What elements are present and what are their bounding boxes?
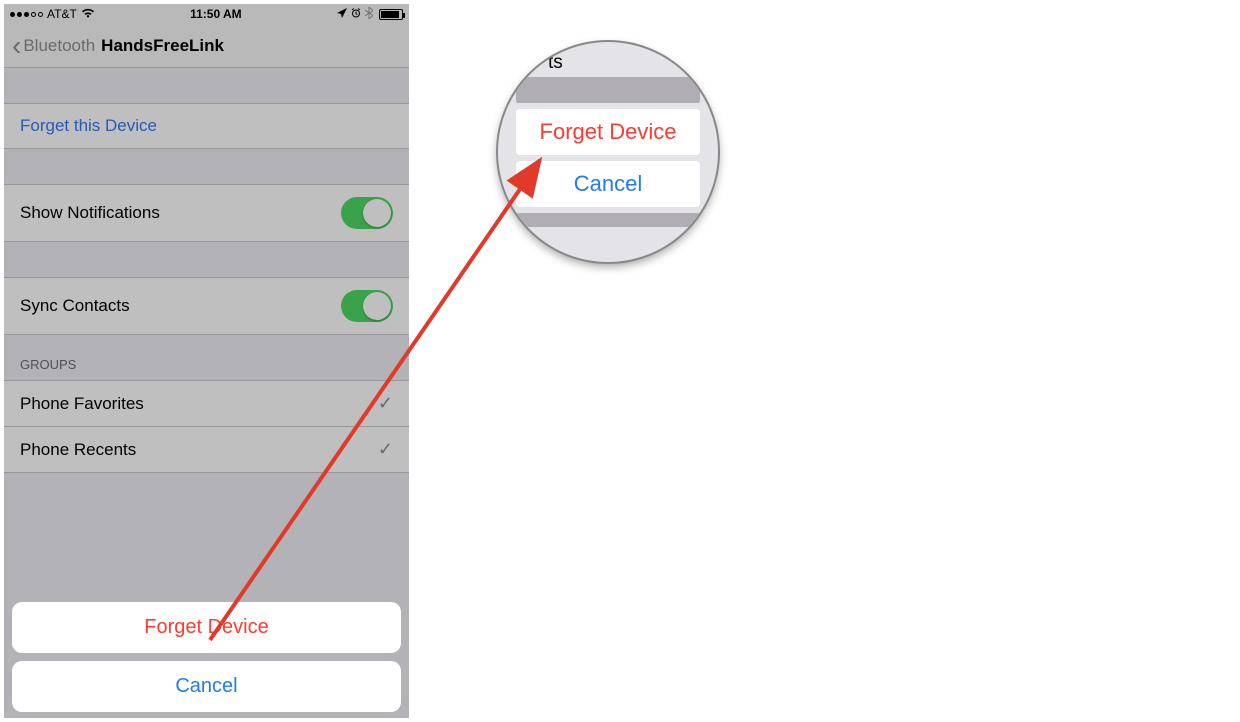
forget-this-device-cell[interactable]: Forget this Device <box>4 103 409 149</box>
signal-dots-icon <box>10 12 43 17</box>
cancel-button[interactable]: Cancel <box>12 661 401 712</box>
status-left: AT&T <box>10 7 95 21</box>
show-notifications-cell: Show Notifications <box>4 184 409 242</box>
phone-recents-cell[interactable]: Phone Recents ✓ <box>4 426 409 473</box>
back-chevron-icon[interactable]: ‹ <box>12 30 21 62</box>
action-sheet-group: Forget Device <box>12 602 401 653</box>
page-title: HandsFreeLink <box>101 36 224 56</box>
alarm-icon <box>351 7 361 21</box>
checkmark-icon: ✓ <box>378 439 393 460</box>
back-button-label[interactable]: Bluetooth <box>23 36 95 56</box>
groups-header: GROUPS <box>4 335 409 380</box>
status-right <box>337 7 403 22</box>
location-icon <box>337 7 347 21</box>
action-sheet-cancel-group: Cancel <box>12 661 401 712</box>
section-gap <box>4 242 409 277</box>
section-gap <box>4 68 409 103</box>
forget-device-button[interactable]: Forget Device <box>12 602 401 653</box>
phone-favorites-label: Phone Favorites <box>20 394 144 414</box>
bluetooth-icon <box>365 7 373 22</box>
magnifier-grey-bar <box>516 77 700 103</box>
magnifier-cancel-button: Cancel <box>516 161 700 207</box>
status-bar: AT&T 11:50 AM <box>4 4 409 24</box>
phone-frame: AT&T 11:50 AM ‹ Bluetooth HandsFreeLink <box>4 4 409 718</box>
nav-bar: ‹ Bluetooth HandsFreeLink <box>4 24 409 68</box>
clock-label: 11:50 AM <box>190 7 242 21</box>
magnifier-callout: ts Forget Device Cancel <box>498 42 718 262</box>
sync-contacts-toggle[interactable] <box>341 290 393 322</box>
show-notifications-toggle[interactable] <box>341 197 393 229</box>
magnifier-partial-text: ts <box>548 52 563 74</box>
sync-contacts-label: Sync Contacts <box>20 296 130 316</box>
show-notifications-label: Show Notifications <box>20 203 160 223</box>
phone-recents-label: Phone Recents <box>20 440 136 460</box>
battery-icon <box>379 9 403 20</box>
carrier-label: AT&T <box>47 7 77 21</box>
sync-contacts-cell: Sync Contacts <box>4 277 409 335</box>
magnifier-grey-bar <box>516 213 700 227</box>
magnifier-forget-device-button: Forget Device <box>516 109 700 155</box>
wifi-icon <box>81 7 95 21</box>
section-gap <box>4 149 409 184</box>
phone-favorites-cell[interactable]: Phone Favorites ✓ <box>4 380 409 426</box>
action-sheet: Forget Device Cancel <box>12 602 401 712</box>
forget-this-device-label: Forget this Device <box>20 116 157 136</box>
checkmark-icon: ✓ <box>378 393 393 414</box>
